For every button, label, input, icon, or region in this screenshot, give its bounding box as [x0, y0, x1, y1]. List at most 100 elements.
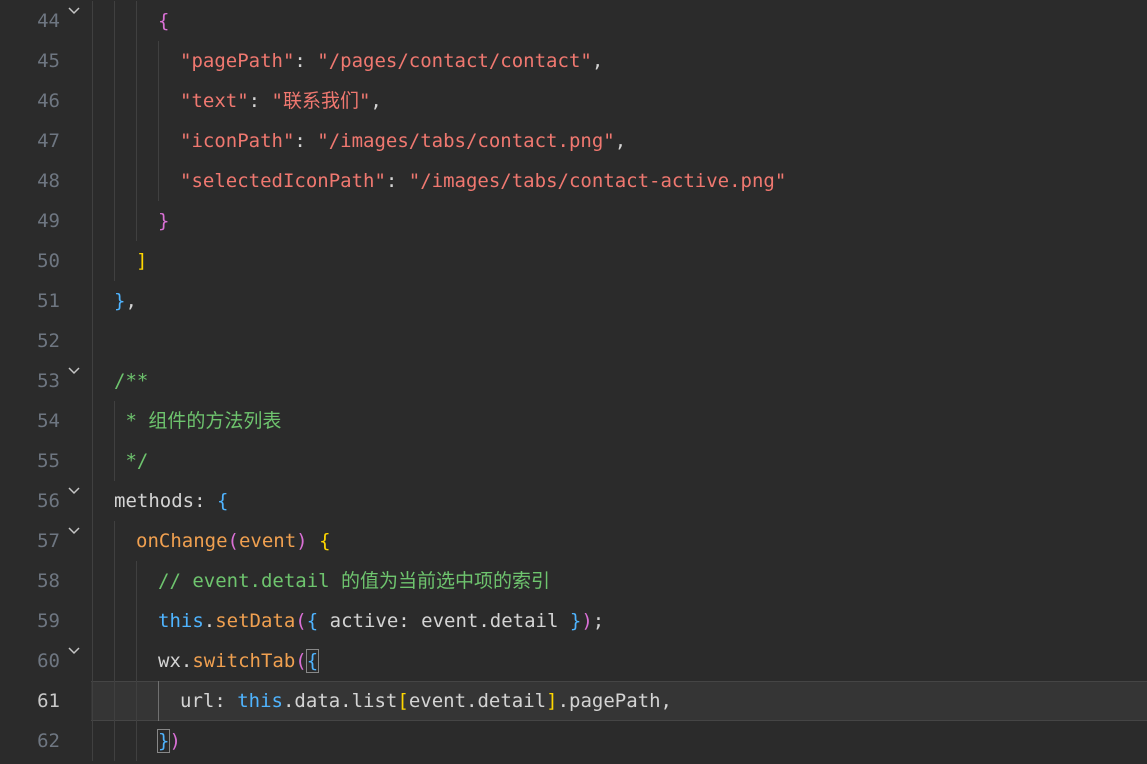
line-number: 52	[37, 330, 60, 352]
code-token: this	[158, 610, 204, 632]
code-token: .	[203, 610, 216, 632]
line-number: 57	[37, 530, 60, 552]
line-number: 55	[37, 450, 60, 472]
code-token: (	[227, 530, 239, 552]
fold-chevron-icon[interactable]	[67, 511, 81, 551]
line-number: 60	[37, 650, 60, 672]
code-token: :	[385, 170, 409, 192]
fold-chevron-icon[interactable]	[67, 351, 81, 391]
code-token: wx	[158, 650, 181, 672]
indent-guide	[92, 1, 93, 761]
code-token: onChange	[136, 530, 228, 552]
code-token: .	[180, 650, 193, 672]
code-line[interactable]: 49}	[0, 201, 1147, 241]
fold-chevron-icon[interactable]	[67, 631, 81, 671]
code-line[interactable]: 54 * 组件的方法列表	[0, 401, 1147, 441]
line-number: 59	[37, 610, 60, 632]
indent-guide	[114, 1, 115, 281]
code-token: (	[295, 650, 307, 672]
code-text[interactable]: wx.switchTab({	[158, 641, 320, 681]
code-line[interactable]: 48 "selectedIconPath": "/images/tabs/cont…	[0, 161, 1147, 201]
line-number: 58	[37, 570, 60, 592]
code-token: }	[158, 210, 170, 232]
code-text[interactable]: "pagePath": "/pages/contact/contact",	[180, 41, 603, 81]
code-text[interactable]: * 组件的方法列表	[114, 401, 281, 441]
code-token: ,	[125, 290, 137, 312]
code-line[interactable]: 50]	[0, 241, 1147, 281]
code-token: ]	[136, 250, 148, 272]
code-text[interactable]: methods: {	[114, 481, 228, 521]
code-token: :	[294, 50, 318, 72]
line-number: 47	[37, 130, 60, 152]
line-number: 61	[37, 690, 60, 712]
code-token: event.detail	[408, 690, 547, 712]
code-token: this	[237, 690, 283, 712]
fold-chevron-icon[interactable]	[67, 0, 81, 31]
code-line[interactable]: 51},	[0, 281, 1147, 321]
code-token: "pagePath"	[180, 50, 295, 72]
code-text[interactable]: })	[156, 721, 181, 761]
code-token: ,	[614, 130, 627, 152]
code-line[interactable]: 44 {	[0, 1, 1147, 41]
code-token: */	[114, 450, 149, 472]
code-line[interactable]: 57 onChange(event) {	[0, 521, 1147, 561]
code-token: // event.detail 的值为当前选中项的索引	[158, 570, 551, 592]
code-text[interactable]: "text": "联系我们",	[180, 81, 382, 121]
code-line[interactable]: 58 // event.detail 的值为当前选中项的索引	[0, 561, 1147, 601]
code-line[interactable]: 45 "pagePath": "/pages/contact/contact",	[0, 41, 1147, 81]
code-token: [	[397, 690, 409, 712]
code-text[interactable]: {	[158, 1, 169, 41]
code-token: :	[214, 690, 238, 712]
code-text[interactable]: }	[158, 201, 169, 241]
code-line[interactable]: 53 /**	[0, 361, 1147, 401]
code-text[interactable]: // event.detail 的值为当前选中项的索引	[158, 561, 550, 601]
line-number: 62	[37, 730, 60, 752]
code-token: setData	[215, 610, 296, 632]
code-text[interactable]: /**	[114, 361, 148, 401]
code-token: }	[569, 610, 582, 632]
line-number: 56	[37, 490, 60, 512]
code-line[interactable]: 46 "text": "联系我们",	[0, 81, 1147, 121]
code-text[interactable]: this.setData({ active: event.detail });	[158, 601, 604, 641]
line-number: 51	[37, 290, 60, 312]
line-number: 44	[37, 10, 60, 32]
fold-chevron-icon[interactable]	[67, 471, 81, 511]
code-line[interactable]: 60 wx.switchTab({	[0, 641, 1147, 681]
code-token: :	[194, 490, 217, 512]
code-editor[interactable]: 44 {45 "pagePath": "/pages/contact/contact…	[0, 0, 1147, 764]
code-token: {	[319, 530, 331, 552]
code-text[interactable]: url: this.data.list[event.detail].pagePa…	[180, 681, 672, 721]
code-text[interactable]: "selectedIconPath": "/images/tabs/contac…	[180, 161, 786, 201]
code-token: ;	[592, 610, 605, 632]
code-text[interactable]: ]	[136, 241, 147, 281]
code-line[interactable]: 62})	[0, 721, 1147, 761]
code-token: )	[296, 530, 308, 552]
code-token: "联系我们"	[271, 90, 371, 112]
indent-guide	[114, 401, 115, 481]
indent-guide	[158, 41, 159, 201]
code-text[interactable]: },	[114, 281, 137, 321]
code-token: {	[305, 649, 320, 673]
code-token: }	[156, 729, 171, 753]
code-line[interactable]: 59 this.setData({ active: event.detail })…	[0, 601, 1147, 641]
code-line[interactable]: 47 "iconPath": "/images/tabs/contact.png"…	[0, 121, 1147, 161]
code-token: :	[248, 90, 272, 112]
indent-guide	[136, 561, 137, 761]
code-text[interactable]: "iconPath": "/images/tabs/contact.png",	[180, 121, 626, 161]
code-token: "selectedIconPath"	[180, 170, 386, 192]
code-token: url	[180, 690, 215, 712]
code-text[interactable]: */	[114, 441, 148, 481]
line-number: 45	[37, 50, 60, 72]
code-line[interactable]: 56 methods: {	[0, 481, 1147, 521]
code-token: )	[581, 610, 593, 632]
code-line[interactable]: 61 url: this.data.list[event.detail].page…	[0, 681, 1147, 721]
code-token: "/images/tabs/contact-active.png"	[408, 170, 787, 192]
code-text[interactable]: onChange(event) {	[136, 521, 331, 561]
code-token: }	[114, 290, 126, 312]
code-line[interactable]: 55 */	[0, 441, 1147, 481]
code-token: methods	[114, 490, 195, 512]
code-line[interactable]: 52	[0, 321, 1147, 361]
indent-guide	[114, 521, 115, 761]
line-number: 50	[37, 250, 60, 272]
